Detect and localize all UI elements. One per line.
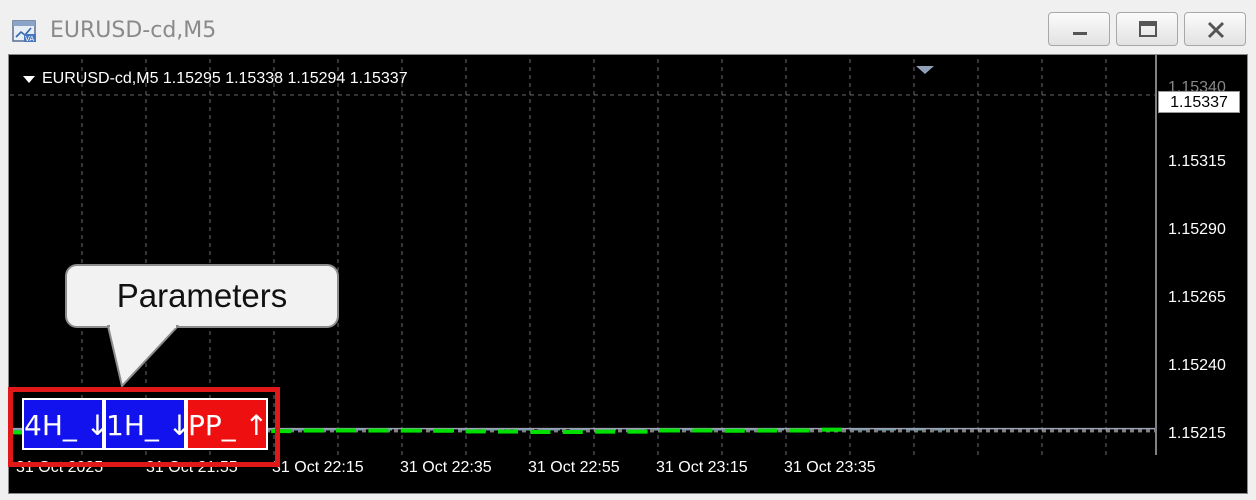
bear-candle bbox=[465, 429, 486, 434]
bull-candle bbox=[660, 428, 680, 433]
time-label: 31 Oct 23:15 bbox=[656, 459, 748, 476]
bear-candle bbox=[433, 428, 454, 433]
bull-candle bbox=[822, 427, 842, 432]
bear-candle bbox=[627, 429, 648, 434]
current-price-tag: 1.15337 bbox=[1158, 91, 1240, 113]
price-label: 1.15290 bbox=[1168, 221, 1226, 238]
symbol-ohlc-text: EURUSD-cd,M5 1.15295 1.15338 1.15294 1.1… bbox=[42, 70, 408, 87]
time-label: 31 Oct 23:35 bbox=[784, 459, 876, 476]
bull-candle bbox=[303, 428, 324, 433]
time-label: 31 Oct 22:55 bbox=[528, 459, 620, 476]
bull-candle bbox=[336, 428, 356, 433]
bear-candle bbox=[498, 429, 518, 434]
bull-candle bbox=[757, 428, 778, 433]
param-button-1h[interactable]: 1H_ ↓ bbox=[104, 398, 191, 450]
bear-candle bbox=[368, 428, 389, 433]
price-label: 1.15215 bbox=[1168, 425, 1226, 442]
time-label: 31 Oct 22:35 bbox=[400, 459, 492, 476]
bull-candle bbox=[595, 429, 616, 434]
bear-candle bbox=[724, 428, 745, 433]
price-label: 1.15240 bbox=[1168, 357, 1226, 374]
bear-candle bbox=[789, 428, 810, 433]
chart-window: VA EURUSD-cd,M5 EURUSD-cd,M5 1.15295 1.1… bbox=[0, 0, 1256, 500]
bear-candle bbox=[530, 429, 551, 434]
bull-candle bbox=[562, 429, 583, 434]
price-label: 1.15315 bbox=[1168, 153, 1226, 170]
bear-candle bbox=[400, 428, 421, 433]
bear-candle bbox=[692, 428, 713, 433]
symbol-info-header: EURUSD-cd,M5 1.15295 1.15338 1.15294 1.1… bbox=[22, 70, 408, 88]
parameters-callout: Parameters bbox=[65, 264, 339, 328]
param-button-4h[interactable]: 4H_ ↓ bbox=[22, 398, 109, 450]
param-button-pp[interactable]: PP_ ↑ bbox=[186, 398, 268, 450]
chart-shift-marker bbox=[916, 66, 934, 74]
time-label: 31 Oct 22:15 bbox=[272, 459, 364, 476]
price-label: 1.15265 bbox=[1168, 289, 1226, 306]
triangle-down-icon bbox=[23, 75, 35, 83]
callout-text: Parameters bbox=[116, 277, 288, 314]
